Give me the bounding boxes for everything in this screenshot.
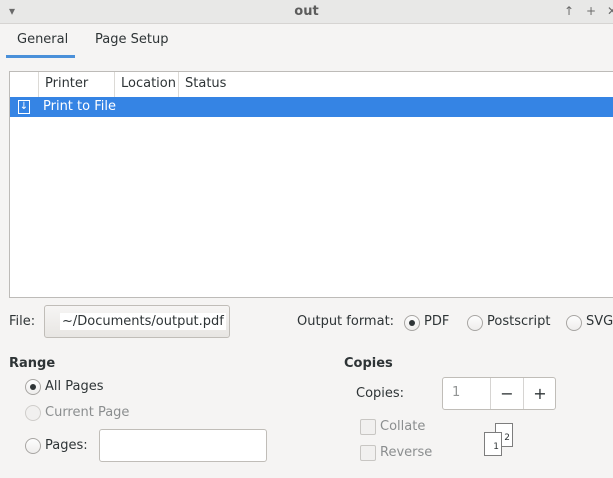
radio-current-page-label: Current Page	[45, 405, 130, 420]
maximize-icon[interactable]: +	[583, 3, 599, 19]
radio-svg-label[interactable]: SVG	[586, 314, 613, 329]
tab-general-indicator	[6, 55, 75, 58]
radio-pages-label[interactable]: Pages:	[45, 438, 88, 453]
reverse-checkbox	[360, 445, 376, 461]
copies-value[interactable]: 1	[452, 385, 460, 400]
close-icon[interactable]: ✕	[604, 3, 613, 19]
printer-name: Print to File	[43, 99, 116, 114]
copies-title: Copies	[344, 356, 393, 371]
file-label: File:	[9, 314, 36, 329]
copies-label: Copies:	[356, 386, 405, 401]
pages-input[interactable]	[99, 429, 267, 462]
title-bar: ▾ out ↑ + ✕	[0, 0, 613, 24]
copies-spinner[interactable]: 1 − +	[442, 377, 556, 410]
tab-general[interactable]: General	[17, 32, 68, 47]
radio-all-pages[interactable]	[25, 379, 41, 395]
radio-pages[interactable]	[25, 438, 41, 454]
output-format-label: Output format:	[297, 314, 395, 329]
radio-postscript[interactable]	[467, 315, 483, 331]
column-header-printer[interactable]: Printer	[39, 72, 115, 97]
window-title: out	[294, 4, 319, 19]
tab-page-setup[interactable]: Page Setup	[95, 32, 168, 47]
copies-increment-button[interactable]: +	[523, 378, 556, 409]
radio-current-page	[25, 405, 41, 421]
radio-postscript-label[interactable]: Postscript	[487, 314, 550, 329]
column-header-icon[interactable]	[10, 72, 39, 97]
file-chooser-button[interactable]: ~/Documents/output.pdf	[44, 305, 230, 338]
file-path: ~/Documents/output.pdf	[60, 313, 226, 330]
collate-label: Collate	[380, 419, 426, 434]
printer-row-print-to-file[interactable]: ↓ Print to File	[10, 97, 613, 117]
radio-pdf-label[interactable]: PDF	[424, 314, 449, 329]
collate-checkbox	[360, 419, 376, 435]
radio-all-pages-label[interactable]: All Pages	[45, 379, 104, 394]
column-header-location[interactable]: Location	[115, 72, 179, 97]
reverse-label: Reverse	[380, 445, 433, 460]
page-sheet-front-icon: 1	[484, 432, 502, 456]
radio-svg[interactable]	[566, 315, 582, 331]
range-title: Range	[9, 356, 56, 371]
radio-pdf[interactable]	[404, 315, 420, 331]
printer-list[interactable]: Printer Location Status ↓ Print to File	[9, 71, 613, 298]
minimize-icon[interactable]: ↑	[561, 3, 577, 19]
download-file-icon: ↓	[18, 100, 30, 114]
column-header-status[interactable]: Status	[179, 72, 613, 97]
copies-decrement-button[interactable]: −	[490, 378, 523, 409]
